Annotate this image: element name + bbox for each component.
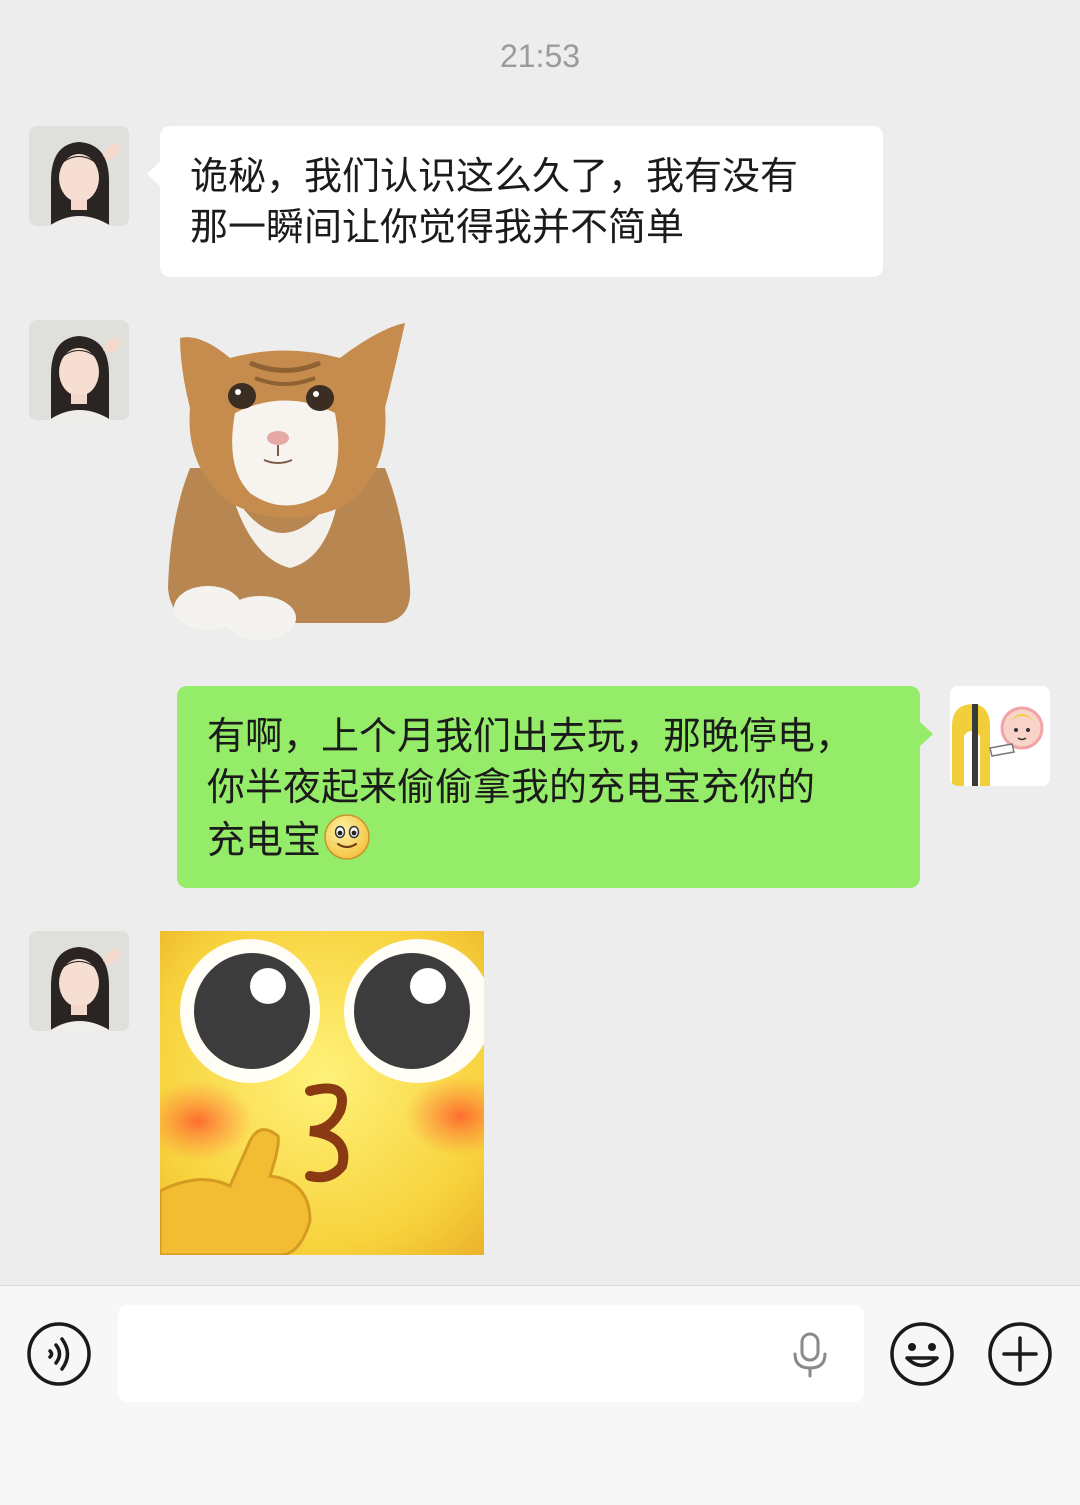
emoji-icon[interactable] (889, 1321, 955, 1391)
contact-avatar[interactable] (29, 931, 129, 1031)
message-timestamp: 21:53 (499, 38, 581, 74)
message-line: 充电宝 (207, 818, 322, 862)
voice-mode-icon[interactable] (26, 1321, 92, 1391)
message-line-with-emoji: 充电宝 (207, 813, 890, 874)
message-input-bar (0, 1285, 1080, 1505)
message-input[interactable] (118, 1305, 864, 1402)
my-message-bubble[interactable]: 有啊，上个月我们出去玩，那晚停电， 你半夜起来偷偷拿我的充电宝充你的 充电宝 (177, 686, 920, 888)
message-line: 那一瞬间让你觉得我并不简单 (190, 205, 685, 249)
message-line: 有啊，上个月我们出去玩，那晚停电， (207, 714, 854, 758)
smiling-face-emoji-icon (323, 813, 371, 874)
message-line: 诡秘，我们认识这么久了，我有没有 (190, 154, 799, 198)
yellow-face-sticker[interactable] (143, 931, 515, 1257)
contact-avatar[interactable] (29, 126, 129, 226)
chat-screen: 21:53 诡秘，我们认识这么久了，我有没有 那一瞬间让你觉得我并不简单 有啊，… (0, 0, 1080, 1505)
bubble-tail (147, 161, 161, 187)
microphone-icon[interactable] (790, 1332, 830, 1382)
contact-message-bubble[interactable]: 诡秘，我们认识这么久了，我有没有 那一瞬间让你觉得我并不简单 (160, 126, 883, 277)
plus-icon[interactable] (987, 1321, 1053, 1391)
my-avatar[interactable] (950, 686, 1050, 786)
message-line: 你半夜起来偷偷拿我的充电宝充你的 (207, 765, 816, 809)
contact-avatar[interactable] (29, 320, 129, 420)
bubble-tail (919, 721, 933, 747)
cat-sticker[interactable] (160, 318, 415, 644)
